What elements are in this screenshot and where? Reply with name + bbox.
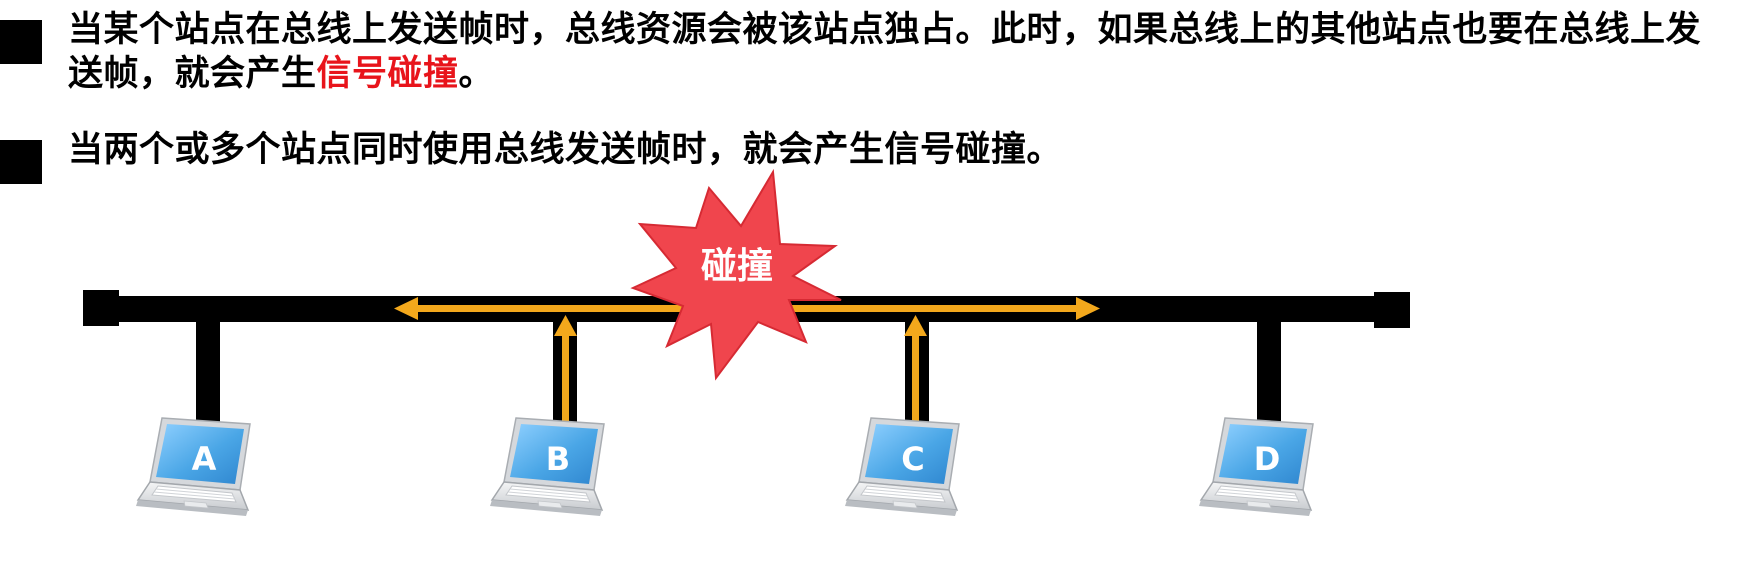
- station-label-b: B: [546, 440, 570, 478]
- signal-up-b: [562, 330, 569, 436]
- signal-up-c: [912, 330, 919, 436]
- station-label-c: C: [901, 440, 924, 478]
- bus-collision-diagram: 碰撞 A B C D: [83, 168, 1410, 517]
- station-b: B: [489, 417, 605, 517]
- drop-cable-a: [196, 310, 220, 436]
- station-label-a: A: [192, 440, 217, 478]
- station-a: A: [135, 417, 251, 517]
- station-d: D: [1198, 417, 1314, 517]
- bus-terminator-right: [1374, 292, 1410, 328]
- bus-terminator-left: [83, 290, 119, 326]
- drop-cable-d: [1257, 310, 1281, 436]
- collision-label: 碰撞: [701, 246, 773, 287]
- station-c: C: [844, 417, 960, 517]
- signal-right: [760, 305, 1080, 312]
- station-label-d: D: [1254, 440, 1281, 478]
